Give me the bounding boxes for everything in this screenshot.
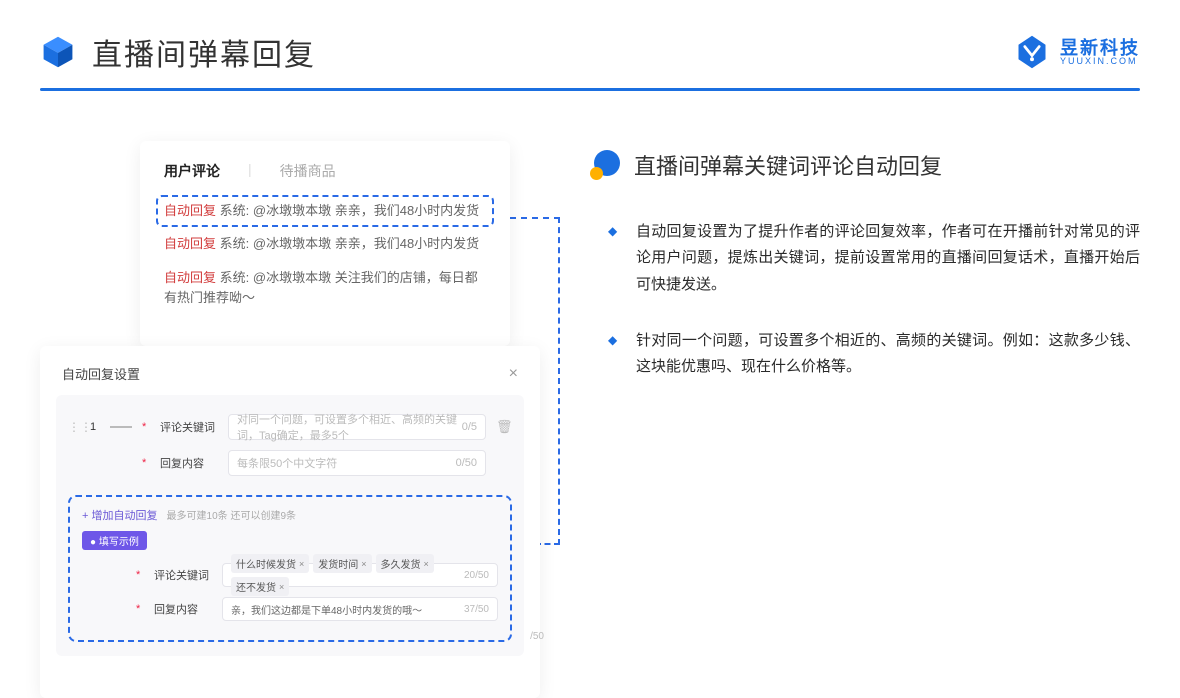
- comment-body: 亲亲，我们48小时内发货: [335, 203, 479, 218]
- auto-reply-label: 自动回复: [164, 203, 216, 218]
- chip-close-icon[interactable]: ×: [279, 582, 284, 592]
- chip-close-icon[interactable]: ×: [424, 559, 429, 569]
- comment-at: @冰墩墩本墩: [253, 203, 331, 218]
- keyword-label: 评论关键词: [160, 419, 218, 435]
- cube-icon: [40, 34, 76, 70]
- comment-row: 自动回复 系统: @冰墩墩本墩 亲亲，我们48小时内发货: [156, 195, 494, 227]
- delete-icon[interactable]: 🗑: [496, 419, 512, 435]
- example-content-counter: 37/50: [464, 604, 489, 615]
- bullet-item: 针对同一个问题，可设置多个相近的、高频的关键词。例如：这款多少钱、这块能优惠吗、…: [636, 328, 1140, 381]
- required-star: *: [136, 603, 144, 615]
- chip-close-icon[interactable]: ×: [361, 559, 366, 569]
- content-counter: 0/50: [456, 457, 477, 469]
- settings-panel: 自动回复设置 × ⋮⋮ 1 * 评论关键词 对同一个问题，可设置多个相近、高频的…: [40, 346, 540, 698]
- comment-at: @冰墩墩本墩: [253, 270, 331, 285]
- example-keyword-input[interactable]: 什么时候发货× 发货时间× 多久发货× 还不发货× 20/50: [222, 563, 498, 587]
- required-star: *: [142, 457, 150, 469]
- chip-close-icon[interactable]: ×: [299, 559, 304, 569]
- keyword-chip[interactable]: 什么时候发货×: [231, 554, 309, 573]
- example-badge: ● 填写示例: [82, 531, 147, 550]
- close-icon[interactable]: ×: [509, 365, 518, 383]
- settings-title: 自动回复设置: [62, 364, 140, 383]
- keyword-chip[interactable]: 多久发货×: [376, 554, 434, 573]
- tab-separator: |: [248, 161, 252, 181]
- tab-pending-goods[interactable]: 待播商品: [280, 161, 336, 181]
- keyword-input[interactable]: 对同一个问题，可设置多个相近、高频的关键词，Tag确定，最多5个 0/5: [228, 414, 486, 440]
- drag-handle-icon[interactable]: ⋮⋮: [68, 420, 76, 434]
- content-input[interactable]: 每条限50个中文字符 0/50: [228, 450, 486, 476]
- brand-logo: 昱新科技 YUUXIN.COM: [1014, 34, 1140, 70]
- section-title: 直播间弹幕关键词评论自动回复: [634, 149, 942, 181]
- example-content-input[interactable]: 亲，我们这边都是下单48小时内发货的哦～ 37/50: [222, 597, 498, 621]
- stray-counter: /50: [530, 631, 544, 642]
- auto-reply-label: 自动回复: [164, 236, 216, 251]
- example-content-value: 亲，我们这边都是下单48小时内发货的哦～: [231, 602, 422, 617]
- comment-at: @冰墩墩本墩: [253, 236, 331, 251]
- section-dot-icon: [590, 150, 620, 180]
- required-star: *: [136, 569, 144, 581]
- keyword-placeholder: 对同一个问题，可设置多个相近、高频的关键词，Tag确定，最多5个: [237, 411, 462, 443]
- required-star: *: [142, 421, 150, 433]
- brand-sub: YUUXIN.COM: [1060, 57, 1140, 66]
- rule-index: 1: [86, 421, 100, 433]
- keyword-chip[interactable]: 发货时间×: [313, 554, 371, 573]
- brand-name: 昱新科技: [1060, 39, 1140, 57]
- system-label: 系统:: [220, 270, 250, 285]
- content-label: 回复内容: [160, 455, 218, 471]
- add-auto-reply-link[interactable]: + 增加自动回复: [82, 510, 157, 522]
- comments-panel: 用户评论 | 待播商品 自动回复 系统: @冰墩墩本墩 亲亲，我们48小时内发货…: [140, 141, 510, 346]
- add-hint: 最多可建10条 还可以创建9条: [167, 511, 296, 522]
- example-keyword-label: 评论关键词: [154, 567, 212, 583]
- page-title: 直播间弹幕回复: [92, 30, 316, 74]
- comment-body: 亲亲，我们48小时内发货: [335, 236, 479, 251]
- tab-user-comments[interactable]: 用户评论: [164, 161, 220, 181]
- auto-reply-label: 自动回复: [164, 270, 216, 285]
- comment-row: 自动回复 系统: @冰墩墩本墩 关注我们的店铺，每日都有热门推荐呦～: [164, 261, 486, 315]
- example-box: + 增加自动回复 最多可建10条 还可以创建9条 ● 填写示例 * 评论关键词 …: [68, 495, 512, 642]
- bullet-item: 自动回复设置为了提升作者的评论回复效率，作者可在开播前针对常见的评论用户问题，提…: [636, 219, 1140, 298]
- example-keyword-counter: 20/50: [464, 570, 489, 581]
- keyword-counter: 0/5: [462, 421, 477, 433]
- comment-row: 自动回复 系统: @冰墩墩本墩 亲亲，我们48小时内发货: [164, 227, 486, 261]
- system-label: 系统:: [220, 203, 250, 218]
- system-label: 系统:: [220, 236, 250, 251]
- brand-icon: [1014, 34, 1050, 70]
- keyword-chip[interactable]: 还不发货×: [231, 577, 289, 596]
- rule-bar: [110, 426, 132, 428]
- example-content-label: 回复内容: [154, 601, 212, 617]
- content-placeholder: 每条限50个中文字符: [237, 455, 337, 471]
